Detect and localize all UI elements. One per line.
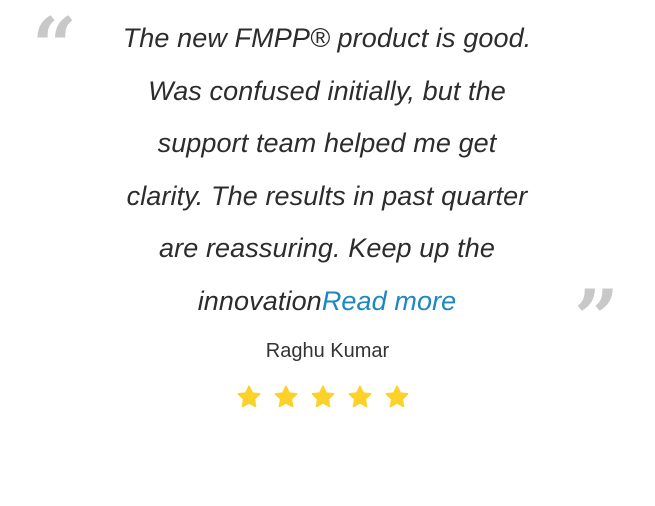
author-name: Raghu Kumar bbox=[265, 340, 390, 362]
quote-line: clarity. The results in past quarter bbox=[126, 180, 528, 211]
quote-line: are reassuring. Keep up the bbox=[159, 233, 495, 263]
star-icon bbox=[237, 385, 261, 408]
star-icon bbox=[274, 385, 298, 408]
quote-line-text: innovation bbox=[197, 285, 322, 316]
quote-last-line: innovationRead more bbox=[104, 275, 550, 328]
star-icon bbox=[311, 385, 335, 408]
quote-line: Was confused initially, but the bbox=[148, 75, 506, 106]
star-icon bbox=[348, 385, 372, 408]
quote-line: support team helped me get bbox=[157, 128, 497, 158]
testimonial-card: “ The new FMPP® product is good. Was con… bbox=[0, 0, 655, 506]
testimonial-quote: The new FMPP® product is good. Was confu… bbox=[104, 12, 550, 327]
read-more-link[interactable]: Read more bbox=[322, 286, 456, 316]
open-quote-icon: “ bbox=[32, 1, 77, 92]
star-rating bbox=[236, 384, 410, 410]
star-icon bbox=[385, 385, 409, 408]
quote-line: The new FMPP® product is good. bbox=[122, 23, 532, 53]
